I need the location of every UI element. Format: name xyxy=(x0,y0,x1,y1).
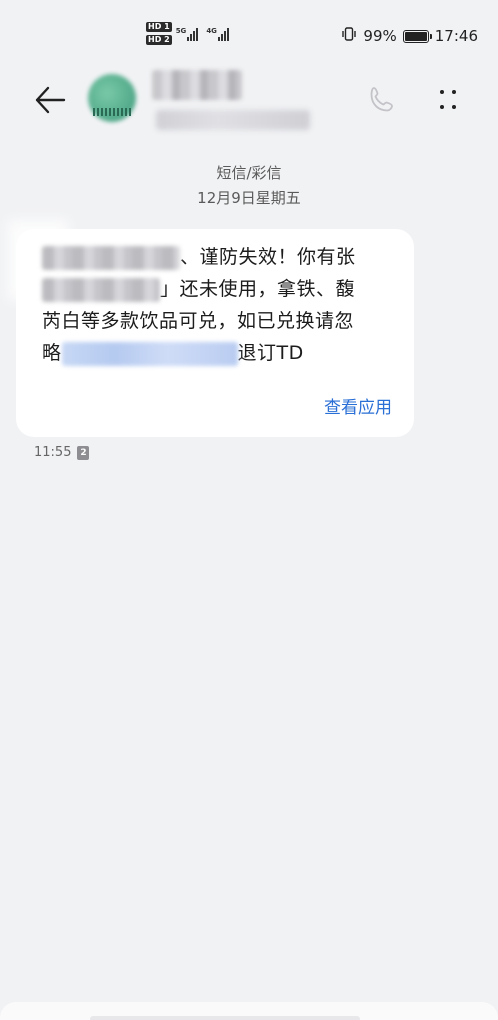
redacted-text xyxy=(42,277,160,302)
compose-input[interactable] xyxy=(90,1016,360,1020)
signal-icon xyxy=(187,27,199,41)
message-text: 略 xyxy=(42,342,62,364)
more-dots-icon[interactable] xyxy=(432,84,464,116)
sim1-network-label: 5G xyxy=(175,26,187,35)
message-bubble[interactable]: 、谨防失效！你有张 」还未使用，拿铁、馥 芮白等多款饮品可兑，如已兑换请忽 略 退… xyxy=(16,229,414,437)
sim2-network-label: 4G xyxy=(206,26,217,35)
contact-number-redacted xyxy=(156,110,310,130)
clock: 17:46 xyxy=(434,27,478,45)
message-body[interactable]: 、谨防失效！你有张 」还未使用，拿铁、馥 芮白等多款饮品可兑，如已兑换请忽 略 退… xyxy=(42,241,402,369)
sim-status: HD 1 HD 2 5G 4G xyxy=(146,22,229,45)
sim1-hd-badge: HD 1 xyxy=(146,22,172,32)
battery-icon xyxy=(402,29,432,43)
avatar-decoration xyxy=(93,108,131,116)
sim2-signal: 4G xyxy=(206,27,229,41)
message-text: 谨防失效！你有张 xyxy=(199,246,356,268)
compose-bar[interactable] xyxy=(0,1002,498,1020)
battery-percent: 99% xyxy=(363,27,397,45)
message-meta: 11:55 2 xyxy=(34,445,90,460)
phone-icon xyxy=(370,87,393,112)
conversation-header xyxy=(0,64,498,144)
status-bar: HD 1 HD 2 5G 4G 99% 17:46 xyxy=(0,0,498,72)
redacted-link[interactable] xyxy=(61,341,238,366)
sim-slot-badge: 2 xyxy=(77,445,90,460)
arrow-left-icon xyxy=(35,86,66,114)
call-button[interactable] xyxy=(366,84,398,116)
date-label: 12月9日星期五 xyxy=(197,189,301,207)
sim1-signal: 5G xyxy=(176,27,199,41)
vibrate-icon xyxy=(341,26,357,46)
view-app-link[interactable]: 查看应用 xyxy=(324,393,392,418)
message-line: 」还未使用，拿铁、馥 xyxy=(42,273,402,305)
message-text: 退订TD xyxy=(237,342,304,364)
message-line: 芮白等多款饮品可兑，如已兑换请忽 xyxy=(42,305,402,337)
contact-name-redacted xyxy=(152,70,242,100)
message-text: 还未使用，拿铁、馥 xyxy=(179,278,356,300)
back-button[interactable] xyxy=(30,82,70,118)
message-time: 11:55 xyxy=(34,445,72,460)
status-right: 99% 17:46 xyxy=(341,26,478,46)
signal-icon xyxy=(217,27,229,41)
message-line: 略 退订TD xyxy=(42,337,402,369)
channel-label: 短信/彩信 xyxy=(216,164,282,182)
message-line: 、谨防失效！你有张 xyxy=(42,241,402,273)
sim2-hd-badge: HD 2 xyxy=(146,35,172,45)
message-text: 芮白等多款饮品可兑，如已兑换请忽 xyxy=(42,310,355,332)
redacted-text xyxy=(42,245,180,270)
